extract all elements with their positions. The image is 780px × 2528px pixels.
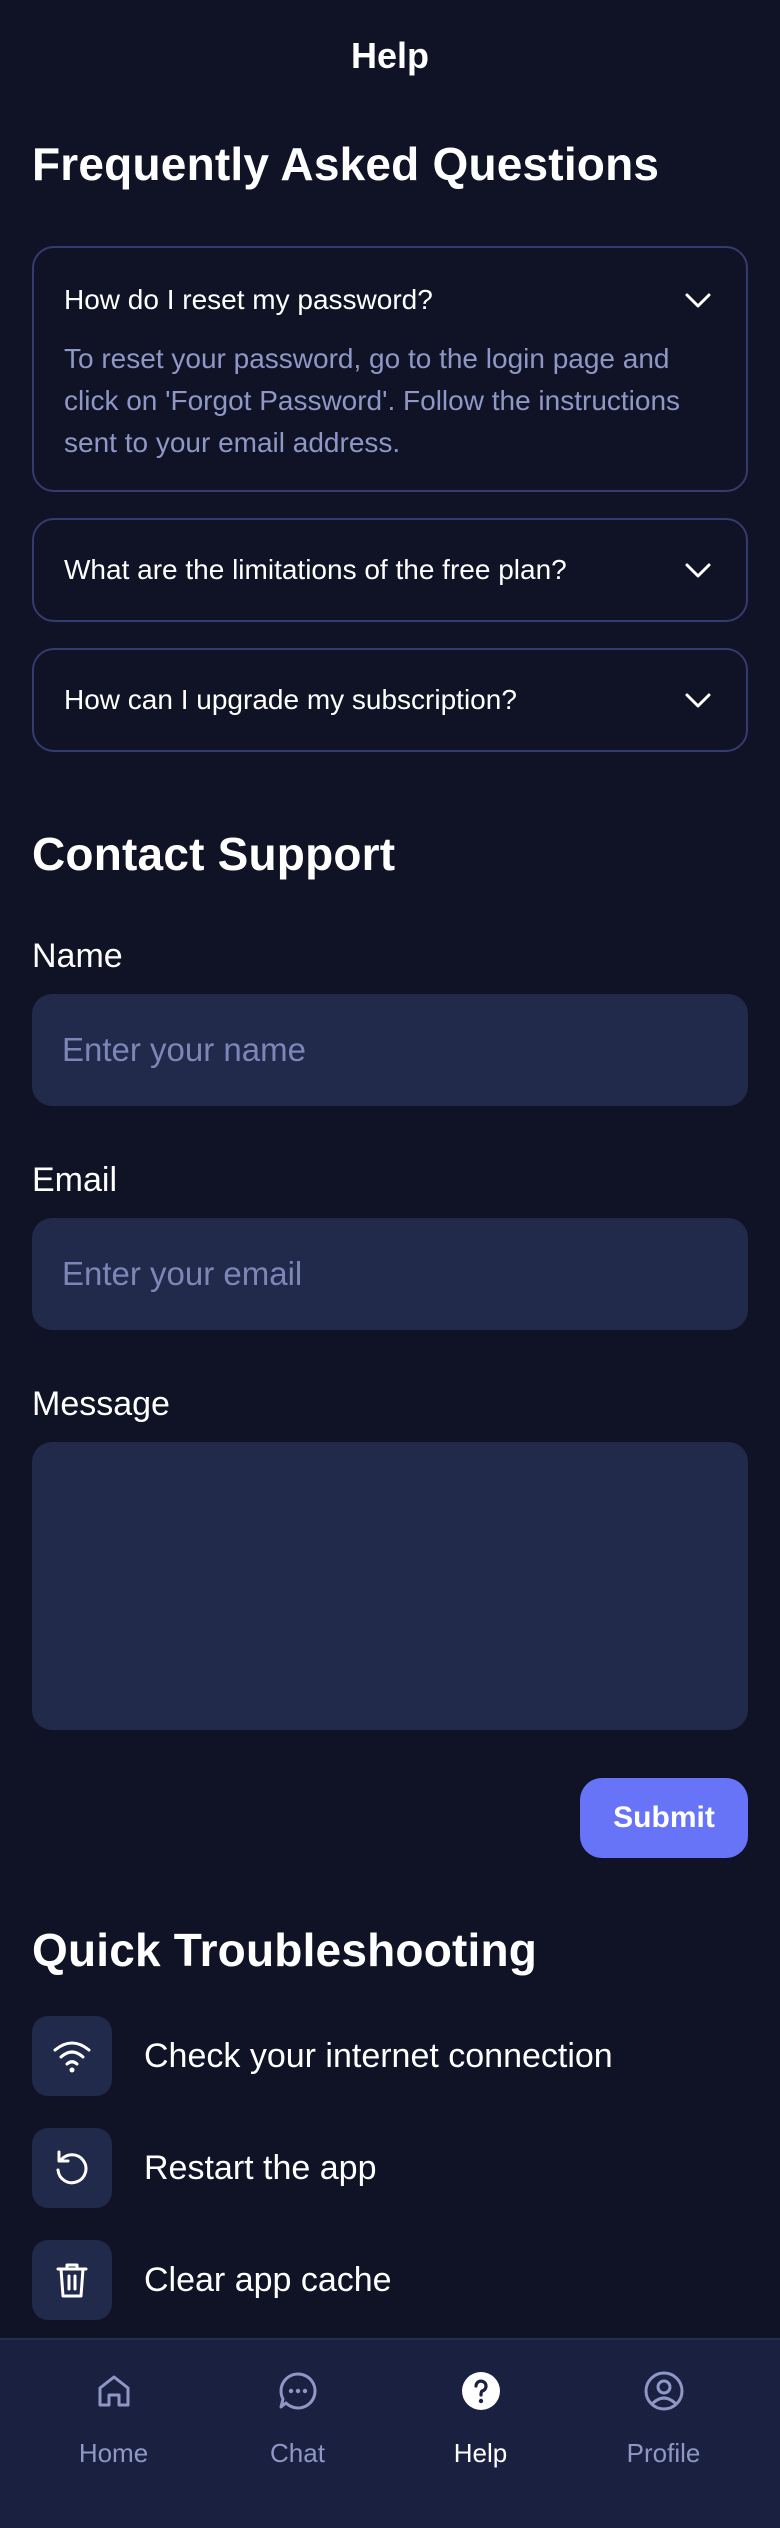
chevron-down-icon [685, 563, 711, 578]
page-title: Help [350, 35, 429, 76]
chevron-down-icon [685, 293, 711, 308]
help-screen: Help Frequently Asked Questions How do I… [0, 0, 780, 2528]
name-label: Name [32, 937, 123, 975]
chat-icon [279, 2372, 317, 2410]
nav-item-help[interactable]: Help [383, 2340, 578, 2528]
message-label: Message [32, 1385, 170, 1423]
contact-section-title: Contact Support [32, 828, 396, 880]
name-input[interactable] [32, 994, 748, 1106]
troubleshoot-label: Check your internet connection [144, 2037, 613, 2075]
troubleshoot-item-cache[interactable]: Clear app cache [32, 2240, 748, 2320]
trash-icon [32, 2240, 112, 2320]
troubleshoot-item-restart[interactable]: Restart the app [32, 2128, 748, 2208]
troubleshoot-item-internet[interactable]: Check your internet connection [32, 2016, 748, 2096]
nav-label: Home [78, 2438, 149, 2468]
submit-button[interactable]: Submit [580, 1778, 748, 1858]
troubleshoot-label: Restart the app [144, 2149, 377, 2187]
restart-icon [32, 2128, 112, 2208]
message-textarea[interactable] [32, 1442, 748, 1730]
faq-answer: To reset your password, go to the login … [64, 343, 681, 458]
nav-item-profile[interactable]: Profile [566, 2340, 761, 2528]
troubleshoot-label: Clear app cache [144, 2261, 392, 2299]
faq-item-free-plan[interactable]: What are the limitations of the free pla… [32, 518, 748, 622]
faq-item-upgrade[interactable]: How can I upgrade my subscription? [32, 648, 748, 752]
nav-label: Profile [626, 2438, 701, 2468]
chevron-down-icon [685, 693, 711, 708]
bottom-nav: Home Chat Help Profile [0, 2338, 780, 2528]
nav-item-chat[interactable]: Chat [200, 2340, 395, 2528]
faq-item-reset-password[interactable]: How do I reset my password? To reset you… [32, 246, 748, 492]
faq-question: How do I reset my password? [64, 284, 433, 315]
wifi-icon [32, 2016, 112, 2096]
help-icon [462, 2372, 500, 2410]
profile-icon [644, 2371, 684, 2411]
troubleshooting-section-title: Quick Troubleshooting [32, 1924, 538, 1976]
email-input[interactable] [32, 1218, 748, 1330]
nav-item-home[interactable]: Home [16, 2340, 211, 2528]
email-label: Email [32, 1161, 118, 1199]
faq-section-title: Frequently Asked Questions [32, 138, 660, 190]
home-icon [98, 2375, 130, 2407]
faq-question: How can I upgrade my subscription? [64, 684, 517, 715]
faq-question: What are the limitations of the free pla… [64, 554, 567, 585]
nav-label: Help [453, 2438, 508, 2468]
nav-label: Chat [270, 2438, 325, 2468]
